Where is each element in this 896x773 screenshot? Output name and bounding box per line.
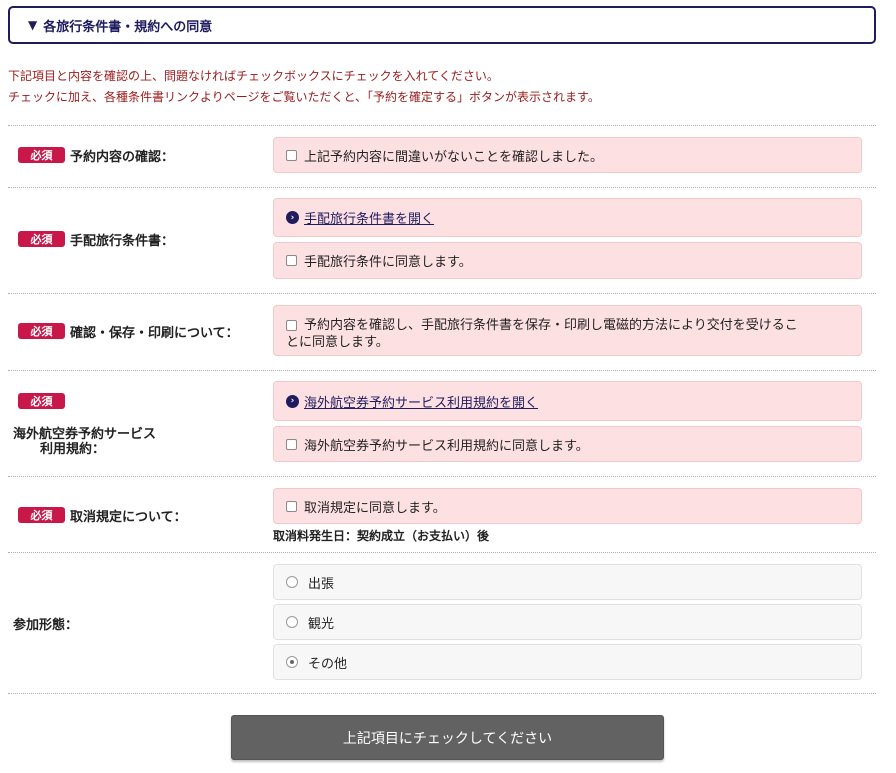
cancellation-checkbox[interactable] — [286, 500, 297, 512]
travel-conditions-checkbox[interactable] — [286, 255, 297, 266]
air-ticket-terms-label-line-2: 利用規約： — [40, 442, 106, 457]
required-badge: 必須 — [18, 323, 65, 339]
divider — [8, 187, 876, 188]
radio-label[interactable]: その他 — [308, 653, 347, 672]
air-ticket-terms-checkbox[interactable] — [286, 438, 297, 450]
notice-line-2: チェックに加え、各種条件書リンクよりページをご覧いただくと、「予約を確定する」ボ… — [8, 90, 600, 104]
cancellation-checkbox-row[interactable]: 取消規定に同意します。 — [273, 488, 862, 524]
booking-confirm-label: 予約内容の確認： — [70, 150, 175, 165]
divider — [8, 552, 876, 553]
divider — [8, 693, 876, 694]
booking-confirm-checkbox-label[interactable]: 上記予約内容に間違いがないことを確認しました。 — [304, 146, 603, 165]
participation-option-other[interactable]: その他 — [273, 644, 862, 680]
checkbox-label-line-1[interactable]: 予約内容を確認し、手配旅行条件書を保存・印刷し電磁的方法により交付を受けるこ — [304, 318, 798, 333]
chevron-right-circle-icon: › — [286, 211, 299, 224]
radio-label[interactable]: 観光 — [308, 613, 334, 632]
triangle-down-icon: ▼ — [28, 18, 38, 32]
air-ticket-terms-checkbox-row[interactable]: 海外航空券予約サービス利用規約に同意します。 — [273, 426, 862, 462]
travel-conditions-checkbox-row[interactable]: 手配旅行条件に同意します。 — [273, 242, 862, 279]
checkbox-label-line-2[interactable]: とに同意します。 — [286, 335, 389, 350]
travel-conditions-link[interactable]: 手配旅行条件書を開く — [304, 208, 434, 227]
divider — [8, 293, 876, 294]
cancellation-checkbox-label[interactable]: 取消規定に同意します。 — [304, 497, 446, 516]
radio-button[interactable] — [286, 616, 298, 628]
confirm-save-print-checkbox-row[interactable]: 予約内容を確認し、手配旅行条件書を保存・印刷し電磁的方法により交付を受けるこ と… — [273, 305, 862, 356]
cancellation-label: 取消規定について： — [70, 510, 187, 525]
required-badge: 必須 — [18, 507, 65, 523]
cancellation-fee-note: 取消料発生日：契約成立（お支払い）後 — [273, 529, 490, 543]
chevron-right-circle-icon: › — [286, 394, 299, 408]
participation-option-sightseeing[interactable]: 観光 — [273, 604, 862, 640]
travel-conditions-checkbox-label[interactable]: 手配旅行条件に同意します。 — [304, 251, 472, 270]
divider — [8, 125, 876, 126]
section-header: ▼ 各旅行条件書・規約への同意 — [8, 6, 876, 44]
confirm-save-print-checkbox[interactable] — [286, 320, 297, 331]
air-ticket-terms-checkbox-label[interactable]: 海外航空券予約サービス利用規約に同意します。 — [304, 435, 589, 454]
divider — [8, 370, 876, 371]
submit-button[interactable]: 上記項目にチェックしてください — [231, 715, 664, 760]
radio-button-selected[interactable] — [286, 656, 298, 668]
air-ticket-terms-link-row[interactable]: › 海外航空券予約サービス利用規約を開く — [273, 381, 862, 421]
participation-option-business[interactable]: 出張 — [273, 564, 862, 600]
radio-label[interactable]: 出張 — [308, 573, 334, 592]
booking-confirm-checkbox-row[interactable]: 上記予約内容に間違いがないことを確認しました。 — [273, 137, 862, 173]
booking-confirm-checkbox[interactable] — [286, 149, 297, 161]
required-badge: 必須 — [18, 393, 65, 409]
radio-button[interactable] — [286, 576, 298, 588]
confirm-save-print-label: 確認・保存・印刷について： — [70, 326, 239, 341]
air-ticket-terms-link[interactable]: 海外航空券予約サービス利用規約を開く — [304, 392, 538, 411]
confirm-save-print-checkbox-label[interactable]: 予約内容を確認し、手配旅行条件書を保存・印刷し電磁的方法により交付を受けるこ と… — [286, 317, 798, 351]
divider — [8, 476, 876, 477]
notice-line-1: 下記項目と内容を確認の上、問題なければチェックボックスにチェックを入れてください… — [8, 69, 499, 83]
section-title: 各旅行条件書・規約への同意 — [43, 19, 213, 35]
travel-conditions-link-row[interactable]: › 手配旅行条件書を開く — [273, 198, 862, 237]
required-badge: 必須 — [18, 231, 65, 247]
travel-conditions-label: 手配旅行条件書： — [70, 234, 175, 249]
required-badge: 必須 — [18, 147, 65, 163]
participation-label: 参加形態： — [13, 618, 79, 633]
